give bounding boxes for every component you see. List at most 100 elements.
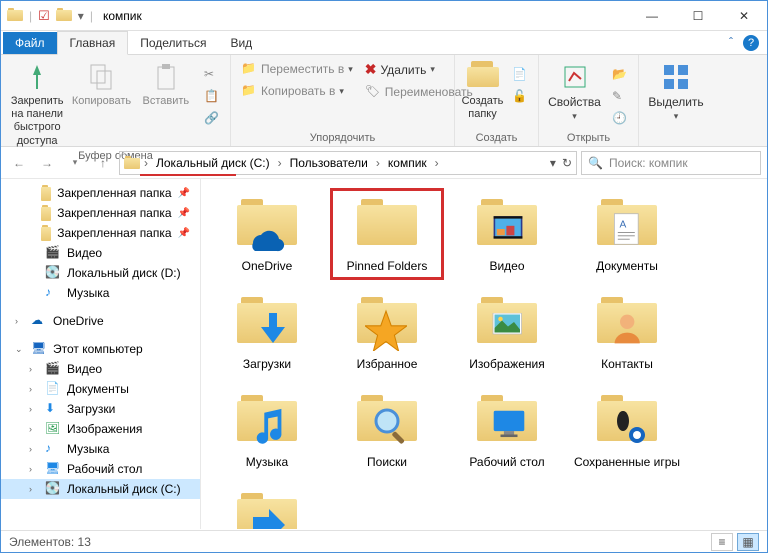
close-button[interactable]: ✕ <box>721 1 767 31</box>
new-folder-button[interactable]: Создать папку <box>461 59 504 121</box>
folder-item[interactable]: Видео <box>451 189 563 279</box>
folder-item[interactable]: Поиски <box>331 385 443 475</box>
refresh-icon[interactable]: ↻ <box>562 156 572 170</box>
folder-item[interactable]: Изображения <box>451 287 563 377</box>
search-placeholder: Поиск: компик <box>609 156 688 170</box>
new-item-button[interactable]: 📄 <box>508 65 532 85</box>
addr-folder-icon <box>124 156 140 169</box>
folder-icon <box>595 297 659 353</box>
paste-button[interactable]: Вставить <box>136 59 196 108</box>
ribbon: Закрепить на панели быстрого доступа Коп… <box>1 55 767 147</box>
maximize-button[interactable]: ☐ <box>675 1 721 31</box>
breadcrumb-seg[interactable]: Локальный диск (C:) <box>152 154 274 172</box>
svg-text:A: A <box>620 219 627 230</box>
folder-item[interactable]: Музыка <box>211 385 323 475</box>
addr-dropdown-icon[interactable]: ▾ <box>550 156 556 170</box>
nav-up-button[interactable]: ↑ <box>91 151 115 175</box>
edit-button[interactable]: ✎ <box>608 87 632 107</box>
copy-to-button[interactable]: 📁Копировать в▾ <box>237 81 357 101</box>
move-to-button[interactable]: 📁Переместить в▾ <box>237 59 357 79</box>
history-button[interactable]: 🕘 <box>608 109 632 129</box>
copy-button[interactable]: Копировать <box>71 59 131 108</box>
qat-properties-icon[interactable]: ☑ <box>38 8 50 24</box>
easy-access-button[interactable]: 🔓 <box>508 87 532 107</box>
chevron-right-icon[interactable]: › <box>276 156 284 170</box>
folder-label: Контакты <box>573 357 681 371</box>
tab-share[interactable]: Поделиться <box>128 32 218 54</box>
search-box[interactable]: 🔍 Поиск: компик <box>581 151 761 175</box>
select-button[interactable]: Выделить▾ <box>645 59 707 123</box>
tree-item[interactable]: ›♪Музыка <box>1 439 200 459</box>
tree-item[interactable]: ›🖥Рабочий стол <box>1 459 200 479</box>
folder-item[interactable]: OneDrive <box>211 189 323 279</box>
help-icon[interactable]: ? <box>743 35 759 51</box>
tree-item[interactable]: Закрепленная папка📌 <box>1 183 200 203</box>
folder-label: Загрузки <box>213 357 321 371</box>
tree-item[interactable]: ›🎬Видео <box>1 359 200 379</box>
nav-tree[interactable]: Закрепленная папка📌 Закрепленная папка📌 … <box>1 179 201 529</box>
folder-icon <box>235 297 299 353</box>
minimize-button[interactable]: — <box>629 1 675 31</box>
nav-recent-dropdown[interactable]: ▾ <box>63 151 87 175</box>
annotation-underline <box>140 174 236 176</box>
breadcrumb-seg[interactable]: Пользователи <box>286 154 372 172</box>
ribbon-collapse-icon[interactable]: ˆ <box>729 35 733 51</box>
folder-item[interactable]: Сохраненные игры <box>571 385 683 475</box>
folder-icon <box>7 8 23 24</box>
folder-item[interactable]: Избранное <box>331 287 443 377</box>
tree-item[interactable]: Закрепленная папка📌 <box>1 203 200 223</box>
nav-forward-button[interactable]: → <box>35 151 59 175</box>
tree-item[interactable]: ♪Музыка <box>1 283 200 303</box>
folder-label: Рабочий стол <box>453 455 561 469</box>
folder-item[interactable]: AДокументы <box>571 189 683 279</box>
folder-icon <box>235 493 299 529</box>
content-pane[interactable]: OneDrive Pinned Folders ВидеоAДокументы Заг… <box>201 179 767 529</box>
folder-icon <box>475 395 539 451</box>
tree-item-selected[interactable]: ›💽Локальный диск (C:) <box>1 479 200 499</box>
details-view-button[interactable]: ≡ <box>711 533 733 551</box>
tree-onedrive[interactable]: ›☁OneDrive <box>1 311 200 331</box>
tree-item[interactable]: ›🖼Изображения <box>1 419 200 439</box>
tab-home[interactable]: Главная <box>57 31 129 55</box>
pin-to-quick-access-button[interactable]: Закрепить на панели быстрого доступа <box>7 59 67 148</box>
tab-view[interactable]: Вид <box>218 32 264 54</box>
chevron-right-icon[interactable]: › <box>142 156 150 170</box>
address-bar[interactable]: › Локальный диск (C:) › Пользователи › к… <box>119 151 577 175</box>
title-bar: | ☑ ▾ | компик — ☐ ✕ <box>1 1 767 31</box>
search-icon: 🔍 <box>588 156 603 170</box>
properties-button[interactable]: Свойства▾ <box>545 59 604 123</box>
folder-item[interactable]: Контакты <box>571 287 683 377</box>
qat-dropdown-icon[interactable]: ▾ <box>78 9 84 23</box>
nav-back-button[interactable]: ← <box>7 151 31 175</box>
tree-item[interactable]: ›⬇Загрузки <box>1 399 200 419</box>
tree-item[interactable]: Закрепленная папка📌 <box>1 223 200 243</box>
tree-item[interactable]: 🎬Видео <box>1 243 200 263</box>
icons-view-button[interactable]: ▦ <box>737 533 759 551</box>
folder-icon <box>355 297 419 353</box>
folder-item[interactable]: Рабочий стол <box>451 385 563 475</box>
chevron-right-icon[interactable]: › <box>433 156 441 170</box>
qat-folder-icon[interactable] <box>56 8 72 24</box>
pin-icon: 📌 <box>178 188 190 199</box>
folder-label: Изображения <box>453 357 561 371</box>
ribbon-tabs: Файл Главная Поделиться Вид ˆ ? <box>1 31 767 55</box>
breadcrumb-seg[interactable]: компик <box>384 154 431 172</box>
folder-item[interactable]: Pinned Folders <box>331 189 443 279</box>
folder-item[interactable]: Ссылки <box>211 483 323 529</box>
tree-item[interactable]: 💽Локальный диск (D:) <box>1 263 200 283</box>
organize-group-label: Упорядочить <box>237 130 448 144</box>
tab-file[interactable]: Файл <box>3 32 57 54</box>
folder-item[interactable]: Загрузки <box>211 287 323 377</box>
pin-icon: 📌 <box>178 208 190 219</box>
tree-this-pc[interactable]: ⌄🖥Этот компьютер <box>1 339 200 359</box>
tree-item[interactable]: ›📄Документы <box>1 379 200 399</box>
paste-shortcut-button[interactable]: 🔗 <box>200 109 224 129</box>
chevron-right-icon[interactable]: › <box>374 156 382 170</box>
folder-label: Поиски <box>333 455 441 469</box>
folder-label: Pinned Folders <box>333 259 441 273</box>
open-button[interactable]: 📂 <box>608 65 632 85</box>
qat-sep: | <box>29 9 32 23</box>
folder-icon <box>595 395 659 451</box>
copy-path-button[interactable]: 📋 <box>200 87 224 107</box>
cut-button[interactable]: ✂ <box>200 65 224 85</box>
